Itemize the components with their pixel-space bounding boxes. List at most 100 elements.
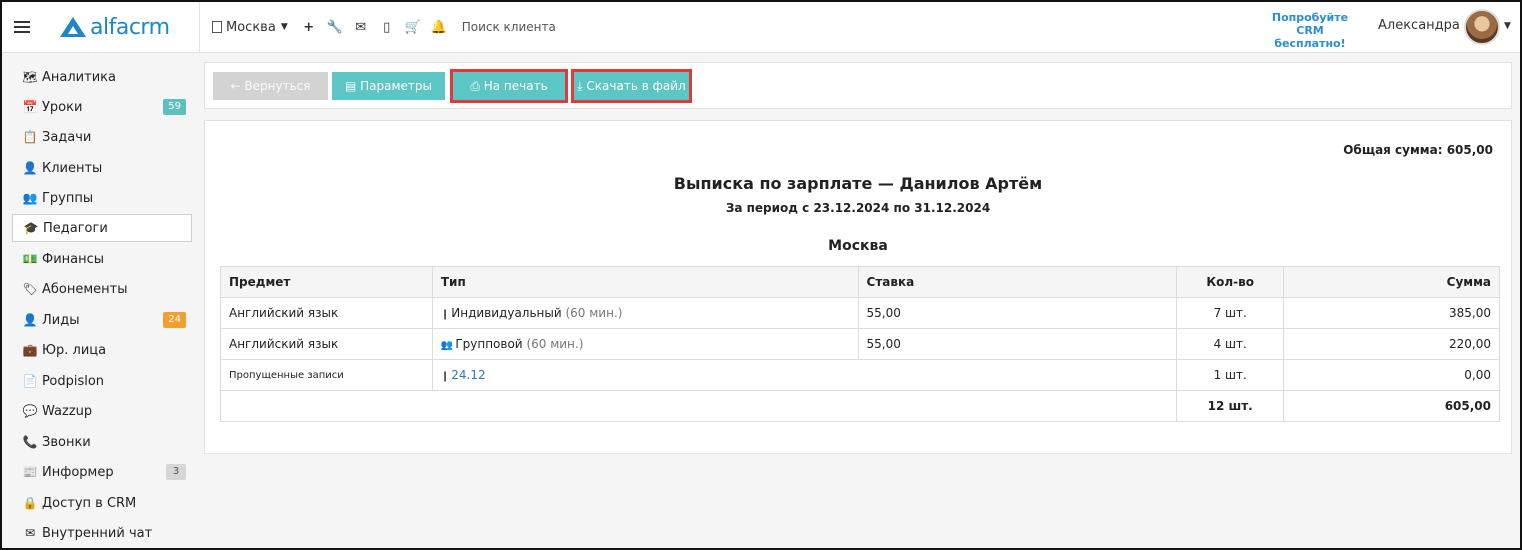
type-label: Групповой — [455, 337, 523, 351]
bell-icon[interactable]: 🔔 — [426, 2, 452, 53]
branch-selector[interactable]: Москва ▼ — [200, 2, 296, 53]
promo-line-2: CRM бесплатно! — [1274, 24, 1346, 50]
salary-report: Общая сумма: 605,00 Выписка по зарплате … — [204, 120, 1512, 454]
column-header: Предмет — [220, 266, 433, 298]
sidebar-item-crm-access[interactable]: 🔒 Доступ в CRM — [12, 489, 192, 517]
user-caret-down-icon[interactable]: ▼ — [1504, 21, 1511, 31]
sidebar-item-tasks[interactable]: 📋 Задачи — [12, 123, 192, 151]
type-duration: (60 мин.) — [565, 306, 623, 320]
print-icon: ⎙ — [470, 78, 484, 93]
mobile-icon[interactable]: ▯ — [374, 2, 400, 53]
wrench-icon[interactable]: 🔧 — [322, 2, 348, 53]
branch-label: Москва — [226, 19, 276, 35]
print-label: На печать — [483, 79, 548, 93]
qty-cell: 4 шт. — [1176, 328, 1285, 360]
sidebar: 🗺 Аналитика 📅 Уроки 59 📋 Задачи 👤 Клиент… — [2, 54, 200, 548]
type-duration: (60 мин.) — [526, 337, 584, 351]
logo-text: alfacrm — [90, 14, 170, 40]
sidebar-item-subscriptions[interactable]: 🏷 Абонементы — [12, 275, 192, 303]
building-icon — [212, 21, 222, 33]
user-name[interactable]: Александра — [1378, 18, 1460, 33]
print-button[interactable]: ⎙ На печать — [450, 69, 568, 103]
sidebar-item-groups[interactable]: 👥 Группы — [12, 184, 192, 212]
count-badge: 24 — [163, 312, 186, 328]
total-qty-cell: 12 шт. — [1176, 390, 1285, 422]
sidebar-item-teachers[interactable]: 🎓 Педагоги — [12, 214, 192, 242]
map-icon: 🗺 — [22, 70, 38, 84]
sidebar-item-wazzup[interactable]: 💬 Wazzup — [12, 397, 192, 425]
download-label: Скачать в файл — [586, 79, 686, 93]
plus-icon[interactable]: + — [296, 2, 322, 53]
table-row: Пропущенные записи ❙ 24.12 1 шт. 0,00 — [220, 359, 1500, 391]
parameters-button[interactable]: ▤ Параметры — [332, 72, 445, 100]
sidebar-item-label: Уроки — [42, 99, 83, 115]
hamburger-menu-icon[interactable] — [2, 2, 42, 53]
totals-spacer — [219, 390, 1178, 422]
qty-cell: 7 шт. — [1176, 297, 1285, 329]
sidebar-item-label: Звонки — [42, 434, 91, 450]
user-plus-icon: 👤 — [22, 313, 38, 327]
sidebar-item-label: Доступ в CRM — [42, 495, 137, 511]
sidebar-item-label: Внутренний чат — [42, 525, 153, 541]
sidebar-item-podpislon[interactable]: 📄 Podpislon — [12, 367, 192, 395]
rate-cell: 55,00 — [857, 328, 1178, 360]
individual-icon: ❙ — [440, 371, 450, 382]
sidebar-item-informer[interactable]: 📰 Информер 3 — [12, 458, 192, 486]
totals-row: 12 шт. 605,00 — [219, 390, 1500, 422]
sidebar-item-leads[interactable]: 👤 Лиды 24 — [12, 306, 192, 334]
sidebar-item-internal-chat[interactable]: ✉ Внутренний чат — [12, 519, 192, 547]
user-icon: 👤 — [22, 161, 38, 175]
sidebar-item-label: Лиды — [42, 312, 80, 328]
sidebar-item-label: Podpislon — [42, 373, 105, 389]
file-icon: 📄 — [22, 374, 38, 388]
back-button[interactable]: ← Вернуться — [213, 72, 328, 100]
newspaper-icon: 📰 — [22, 465, 38, 479]
graduation-cap-icon: 🎓 — [23, 221, 39, 235]
sidebar-item-clients[interactable]: 👤 Клиенты — [12, 154, 192, 182]
group-icon: 👥 — [440, 340, 454, 351]
phone-icon: 📞 — [22, 435, 38, 449]
tag-icon: 🏷 — [22, 282, 38, 296]
sidebar-item-legal-entities[interactable]: 💼 Юр. лица — [12, 336, 192, 364]
caret-down-icon: ▼ — [280, 22, 288, 32]
column-header: Ставка — [857, 266, 1178, 298]
alfacrm-logo-icon — [60, 17, 86, 37]
salary-table: Предмет Тип Ставка Кол-во Сумма Английск… — [219, 266, 1500, 422]
subject-cell: Английский язык — [220, 328, 433, 360]
sidebar-item-finance[interactable]: 💵 Финансы — [12, 245, 192, 273]
search-input[interactable] — [461, 12, 762, 42]
file-text-icon: ▤ — [344, 79, 361, 93]
sidebar-item-label: Задачи — [42, 129, 92, 145]
clipboard-icon: 📋 — [22, 130, 38, 144]
promo-link[interactable]: Попробуйте CRM бесплатно! — [1260, 11, 1360, 50]
missed-date-link[interactable]: 24.12 — [451, 368, 485, 382]
avatar[interactable] — [1464, 9, 1500, 45]
cart-icon[interactable]: 🛒 — [400, 2, 426, 53]
sidebar-item-label: Финансы — [42, 251, 105, 267]
column-header: Тип — [431, 266, 859, 298]
sidebar-item-analytics[interactable]: 🗺 Аналитика — [12, 63, 192, 91]
sidebar-item-calls[interactable]: 📞 Звонки — [12, 428, 192, 456]
table-row: Английский язык ❙ Индивидуальный (60 мин.… — [220, 297, 1500, 329]
individual-icon: ❙ — [440, 309, 450, 320]
sum-cell: 220,00 — [1283, 328, 1500, 360]
count-badge: 3 — [166, 464, 186, 480]
lock-icon: 🔒 — [22, 496, 38, 510]
type-cell: ❙ Индивидуальный (60 мин.) — [431, 297, 859, 329]
parameters-label: Параметры — [360, 79, 433, 93]
sidebar-item-label: Юр. лица — [42, 342, 107, 358]
users-icon: 👥 — [22, 191, 38, 205]
app-window: alfacrm Москва ▼ + 🔧 ✉ ▯ 🛒 🔔 Попробуйте … — [0, 0, 1522, 550]
table-header-row: Предмет Тип Ставка Кол-во Сумма — [220, 266, 1500, 298]
sidebar-item-lessons[interactable]: 📅 Уроки 59 — [12, 93, 192, 121]
column-header: Кол-во — [1176, 266, 1285, 298]
top-bar: alfacrm Москва ▼ + 🔧 ✉ ▯ 🛒 🔔 Попробуйте … — [2, 2, 1520, 53]
sidebar-item-label: Wazzup — [42, 403, 93, 419]
envelope-icon[interactable]: ✉ — [348, 2, 374, 53]
download-button[interactable]: ⤓ Скачать в файл — [571, 69, 692, 103]
qty-cell: 1 шт. — [1176, 359, 1285, 391]
logo[interactable]: alfacrm — [42, 2, 200, 53]
type-cell: ❙ 24.12 — [431, 359, 1178, 391]
sum-cell: 0,00 — [1283, 359, 1500, 391]
envelope-icon: ✉ — [24, 526, 36, 540]
